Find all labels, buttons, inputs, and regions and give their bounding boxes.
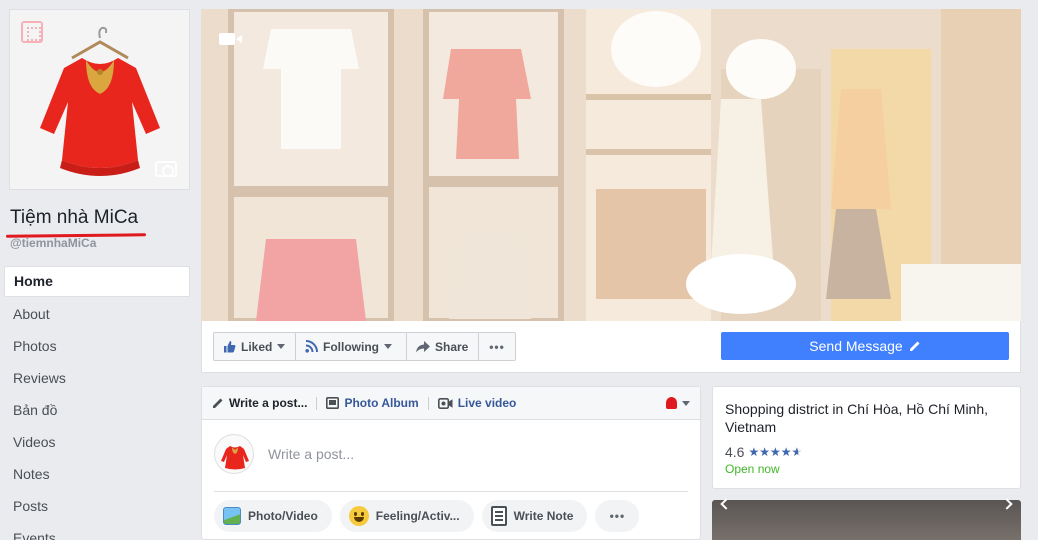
profile-picture[interactable] <box>9 9 190 190</box>
more-icon: ••• <box>489 339 505 354</box>
composer-actions: Photo/Video Feeling/Activ... Write Note … <box>214 500 640 532</box>
page-handle[interactable]: @tiemnhaMiCa <box>10 236 96 250</box>
cover-photo[interactable] <box>201 9 1021 321</box>
tab-live-video[interactable]: Live video <box>437 396 526 410</box>
share-label: Share <box>435 339 469 354</box>
chevron-down-icon <box>277 344 286 349</box>
page-avatar-icon <box>666 397 677 409</box>
composer-divider <box>214 491 688 492</box>
rating-stars-fill: ★★★★★ <box>748 445 798 459</box>
composer-more-button[interactable]: ••• <box>595 500 640 532</box>
note-icon <box>490 506 507 526</box>
page-action-bar: Liked Following Share ••• Send Message <box>201 321 1021 373</box>
nav-item-events[interactable]: Events <box>4 522 190 540</box>
more-icon: ••• <box>609 509 626 523</box>
avatar <box>214 434 254 474</box>
post-as-selector[interactable] <box>666 397 690 409</box>
liked-label: Liked <box>241 339 273 354</box>
rating-row[interactable]: 4.6 ★★★★★ ★★★★★ <box>725 444 1008 460</box>
open-status: Open now <box>725 462 780 476</box>
page-nav: Home About Photos Reviews Bản đồ Videos … <box>4 266 190 540</box>
store-interior-image <box>201 9 1021 321</box>
page-category-location[interactable]: Shopping district in Chí Hòa, Hồ Chí Min… <box>725 400 1008 436</box>
tab-divider <box>427 396 429 410</box>
write-note-button[interactable]: Write Note <box>481 500 588 532</box>
rating-value: 4.6 <box>725 444 745 460</box>
chevron-down-icon <box>682 400 690 406</box>
rating-stars-icon: ★★★★★ ★★★★★ <box>748 445 803 459</box>
following-button[interactable]: Following <box>296 332 407 361</box>
tab-photo-album[interactable]: Photo Album <box>326 396 427 410</box>
feeling-icon <box>348 506 369 526</box>
send-message-label: Send Message <box>809 338 903 354</box>
more-options-button[interactable]: ••• <box>479 332 516 361</box>
thumbs-up-icon <box>224 341 236 353</box>
share-arrow-icon <box>416 340 430 352</box>
nav-item-photos[interactable]: Photos <box>4 330 190 362</box>
feeling-activity-button[interactable]: Feeling/Activ... <box>339 500 474 532</box>
nav-item-notes[interactable]: Notes <box>4 458 190 490</box>
rss-icon <box>305 340 318 353</box>
chevron-down-icon <box>384 344 392 349</box>
nav-item-posts[interactable]: Posts <box>4 490 190 522</box>
dress-avatar-image <box>221 446 249 470</box>
composer-tabs: Write a post... Photo Album Live video <box>202 387 700 420</box>
page-info-card: Shopping district in Chí Hòa, Hồ Chí Min… <box>712 386 1021 489</box>
tab-write-post[interactable]: Write a post... <box>212 396 316 410</box>
send-message-button[interactable]: Send Message <box>721 332 1009 360</box>
photo-icon <box>223 507 241 525</box>
pencil-icon <box>213 398 223 408</box>
composer-placeholder[interactable]: Write a post... <box>268 446 354 462</box>
camera-icon[interactable] <box>155 161 177 177</box>
page-title[interactable]: Tiệm nhà MiCa <box>10 207 138 229</box>
tab-divider <box>316 396 318 410</box>
share-button[interactable]: Share <box>407 332 479 361</box>
pencil-icon <box>909 341 920 351</box>
album-icon <box>326 397 340 409</box>
video-icon <box>437 397 453 409</box>
nav-item-reviews[interactable]: Reviews <box>4 362 190 394</box>
nav-item-about[interactable]: About <box>4 298 190 330</box>
liked-button[interactable]: Liked <box>213 332 296 361</box>
video-icon[interactable] <box>219 33 242 45</box>
nav-item-home[interactable]: Home <box>4 266 190 297</box>
nav-item-map[interactable]: Bản đồ <box>4 394 190 426</box>
composer-input-row[interactable]: Write a post... <box>214 434 354 474</box>
following-label: Following <box>323 339 379 354</box>
photo-carousel[interactable] <box>712 500 1021 540</box>
post-composer: Write a post... Photo Album Live video W… <box>201 386 701 540</box>
nav-item-videos[interactable]: Videos <box>4 426 190 458</box>
photo-video-button[interactable]: Photo/Video <box>214 500 332 532</box>
